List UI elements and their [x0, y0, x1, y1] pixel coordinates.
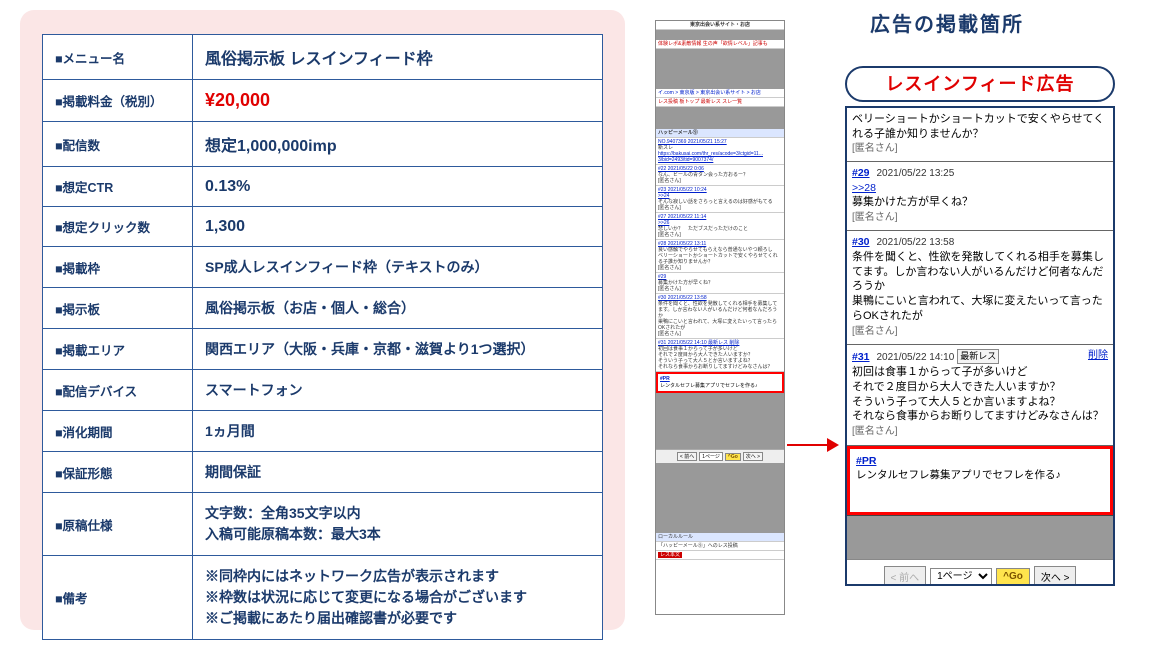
- big-post-top: ベリーショートかショートカットで安くやらせてくれる子誰か知りませんか？ [匿名さ…: [847, 108, 1113, 162]
- spec-value: 風俗掲示板 レスインフィード枠: [193, 35, 603, 80]
- big-pr-text: レンタルセフレ募集アプリでセフレを作る♪: [856, 469, 1061, 481]
- spec-label: ■掲示板: [43, 288, 193, 329]
- big-pr-label: #PR: [856, 455, 876, 467]
- mini-grey-ad2: [656, 107, 784, 129]
- big-ad-slot: #PR レンタルセフレ募集アプリでセフレを作る♪: [847, 446, 1113, 515]
- latest-badge: 最新レス: [957, 349, 999, 363]
- big-post-30: #30 2021/05/22 13:58 条件を聞くと、性欲を発散してくれる相手…: [847, 231, 1113, 345]
- spec-label: ■保証形態: [43, 452, 193, 493]
- spec-label: ■原稿仕様: [43, 493, 193, 556]
- spec-label: ■掲載エリア: [43, 329, 193, 370]
- mini-thread-title: ハッピーメール⑨: [656, 129, 784, 138]
- mini-footer: 「ハッピーメール⑨」へのレス投稿: [656, 542, 784, 551]
- spec-value: ¥20,000: [193, 80, 603, 122]
- spec-label: ■備考: [43, 556, 193, 640]
- arrow-icon: [787, 435, 842, 455]
- mini-post-23: #23 2021/05/22 10:24 >>24 そんな寂しい話をさらっと言え…: [656, 186, 784, 213]
- spec-value: 文字数：全角35文字以内入稿可能原稿本数：最大3本: [193, 493, 603, 556]
- reply-link[interactable]: >>28: [852, 182, 876, 194]
- mini-grey-ad: [656, 49, 784, 89]
- mini-prev-button[interactable]: < 前へ: [677, 452, 697, 461]
- placement-title: 広告の掲載箇所: [870, 8, 1024, 37]
- spec-row: ■想定CTR0.13%: [43, 167, 603, 207]
- mini-res-btn: レス本文: [656, 551, 784, 560]
- spec-label: ■配信デバイス: [43, 370, 193, 411]
- spec-row: ■メニュー名風俗掲示板 レスインフィード枠: [43, 35, 603, 80]
- spec-label: ■配信数: [43, 122, 193, 167]
- spec-row: ■掲示板風俗掲示板（お店・個人・総合）: [43, 288, 603, 329]
- spec-value: SP成人レスインフィード枠（テキストのみ）: [193, 247, 603, 288]
- spec-label: ■掲載料金（税別）: [43, 80, 193, 122]
- big-post-29: #29 2021/05/22 13:25 >>28 募集かけた方が早くね？ [匿…: [847, 162, 1113, 231]
- big-pagination: < 前へ 1ページ ^Go 次へ >: [847, 559, 1113, 586]
- spec-value: スマートフォン: [193, 370, 603, 411]
- spec-label: ■メニュー名: [43, 35, 193, 80]
- mini-post-27: #27 2021/05/22 11:14 >>26 悲しいか？ ただブスだっただ…: [656, 213, 784, 240]
- spec-row: ■消化期間1ヵ月間: [43, 411, 603, 452]
- spec-label: ■消化期間: [43, 411, 193, 452]
- spec-row: ■保証形態期間保証: [43, 452, 603, 493]
- mini-thread-meta: NO.9407369 2021/05/21 15:27 新スレ https://…: [656, 138, 784, 165]
- spec-value: 0.13%: [193, 167, 603, 207]
- mini-post-31: #31 2021/05/22 14:10 最新レス 削除 初回は食事１からって子…: [656, 339, 784, 372]
- mini-grey-strip: [656, 30, 784, 40]
- big-phone-mock: ベリーショートかショートカットで安くやらせてくれる子誰か知りませんか？ [匿名さ…: [845, 106, 1115, 586]
- spec-table: ■メニュー名風俗掲示板 レスインフィード枠■掲載料金（税別）¥20,000■配信…: [42, 34, 603, 640]
- big-page-select[interactable]: 1ページ: [930, 568, 992, 585]
- mini-pr-label: #PR: [660, 376, 670, 382]
- spec-row: ■掲載枠SP成人レスインフィード枠（テキストのみ）: [43, 247, 603, 288]
- mini-ad-slot: #PR レンタルセフレ募集アプリでセフレを作る♪: [656, 372, 784, 393]
- spec-label: ■想定CTR: [43, 167, 193, 207]
- spec-value: 風俗掲示板（お店・個人・総合）: [193, 288, 603, 329]
- mini-tabs: レス投稿 板トップ 最新レス スレ一覧: [656, 98, 784, 107]
- spec-value: 期間保証: [193, 452, 603, 493]
- spec-row: ■備考※同枠内にはネットワーク広告が表示されます※枠数は状況に応じて変更になる場…: [43, 556, 603, 640]
- mini-page-select[interactable]: 1ページ: [699, 452, 723, 461]
- mini-post-28: #28 2021/05/22 13:11 良い感触でやらせてもらえなら普通ないや…: [656, 240, 784, 273]
- big-go-button[interactable]: ^Go: [996, 568, 1030, 585]
- mini-post-30: #30 2021/05/22 13:58 条件を聞くと、性欲を発散してくれる相手…: [656, 294, 784, 339]
- mini-grey-ad3: [656, 393, 784, 449]
- mini-post-22: #22 2021/05/22 0:06 なん、ビールの青タン会った方おるー？ […: [656, 165, 784, 186]
- spec-row: ■配信数想定1,000,000imp: [43, 122, 603, 167]
- mini-post-29: #29 募集かけた方が早くね？ [匿名さん]: [656, 273, 784, 294]
- post-number-link[interactable]: #31: [852, 351, 870, 363]
- mini-breadcrumb: イ.com > 東京版 > 東京出会い系サイト > お店: [656, 89, 784, 98]
- mini-go-button[interactable]: ^Go: [725, 453, 741, 461]
- mini-local-rule: ローカルルール: [656, 533, 784, 542]
- delete-link[interactable]: 削除: [1088, 349, 1108, 363]
- mini-phone-mock: 東京出会い系サイト・お店 体験レポ&素敵情報 生の声「欲情レベル」記事も イ.c…: [655, 20, 785, 615]
- placement-column: 広告の掲載箇所 東京出会い系サイト・お店 体験レポ&素敵情報 生の声「欲情レベル…: [655, 10, 1155, 648]
- mini-red-strip: 体験レポ&素敵情報 生の声「欲情レベル」記事も: [656, 40, 784, 49]
- spec-row: ■掲載料金（税別）¥20,000: [43, 80, 603, 122]
- spec-label: ■掲載枠: [43, 247, 193, 288]
- big-next-button[interactable]: 次へ >: [1034, 566, 1077, 586]
- ad-type-pill: レスインフィード広告: [845, 66, 1115, 102]
- mini-next-button[interactable]: 次へ >: [743, 452, 763, 461]
- post-number-link[interactable]: #30: [852, 236, 870, 248]
- spec-row: ■配信デバイススマートフォン: [43, 370, 603, 411]
- spec-value: 想定1,000,000imp: [193, 122, 603, 167]
- mini-pr-text: レンタルセフレ募集アプリでセフレを作る♪: [660, 383, 758, 389]
- mini-grey-ad4: [656, 463, 784, 533]
- spec-row: ■想定クリック数1,300: [43, 207, 603, 247]
- mini-pagination: < 前へ 1ページ ^Go 次へ >: [656, 449, 784, 463]
- spec-value: ※同枠内にはネットワーク広告が表示されます※枠数は状況に応じて変更になる場合がご…: [193, 556, 603, 640]
- spec-label: ■想定クリック数: [43, 207, 193, 247]
- spec-value: 1,300: [193, 207, 603, 247]
- spec-row: ■原稿仕様文字数：全角35文字以内入稿可能原稿本数：最大3本: [43, 493, 603, 556]
- big-prev-button[interactable]: < 前へ: [884, 566, 927, 586]
- spec-row: ■掲載エリア関西エリア（大阪・兵庫・京都・滋賀より1つ選択）: [43, 329, 603, 370]
- big-post-31: #31 2021/05/22 14:10 最新レス 削除 初回は食事１からって子…: [847, 345, 1113, 445]
- mini-page-title: 東京出会い系サイト・お店: [656, 21, 784, 30]
- spec-value: 1ヵ月間: [193, 411, 603, 452]
- spec-value: 関西エリア（大阪・兵庫・京都・滋賀より1つ選択）: [193, 329, 603, 370]
- spec-card: ■メニュー名風俗掲示板 レスインフィード枠■掲載料金（税別）¥20,000■配信…: [20, 10, 625, 630]
- post-number-link[interactable]: #29: [852, 167, 870, 179]
- big-grey-ad: [847, 515, 1113, 559]
